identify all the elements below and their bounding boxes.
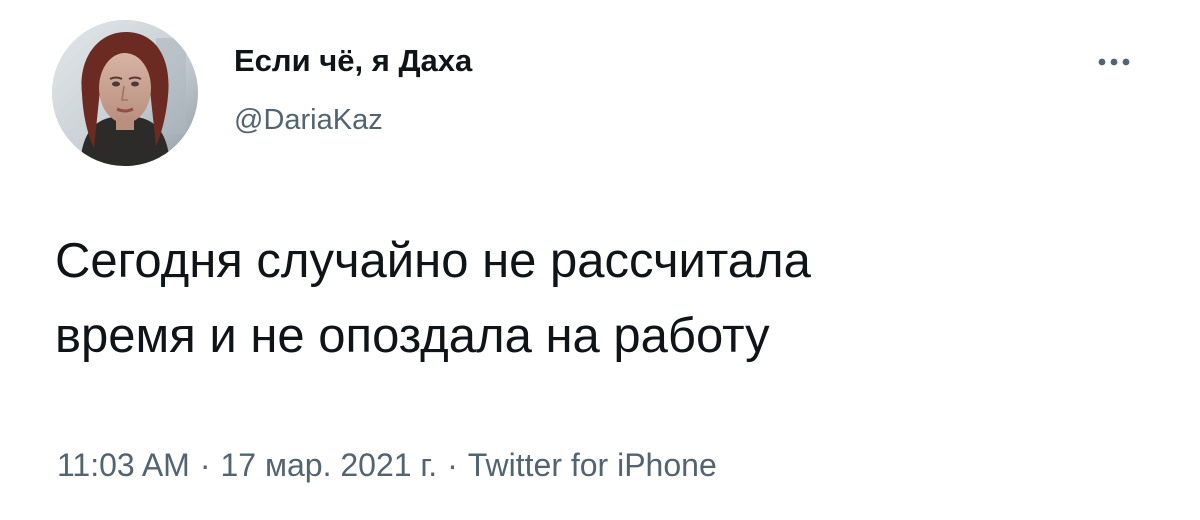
display-name[interactable]: Если чё, я Даха [234, 41, 472, 81]
separator: · [199, 447, 211, 483]
separator: · [447, 447, 458, 483]
user-handle[interactable]: @DariaKaz [234, 102, 383, 138]
tweet-source[interactable]: Twitter for iPhone [468, 445, 717, 485]
tweet-text: Сегодня случайно не рассчитала время и н… [55, 234, 811, 363]
more-button[interactable] [1086, 44, 1142, 80]
tweet-time[interactable]: 11:03 AM [57, 445, 190, 485]
more-icon [1098, 58, 1130, 66]
tweet-metadata: 11:03 AM · 17 мар. 2021 г. · Twitter for iPh… [57, 445, 717, 485]
tweet-date[interactable]: 17 мар. 2021 г. [220, 445, 437, 485]
avatar[interactable] [52, 20, 198, 166]
tweet-card: Если чё, я Даха @DariaKaz Сегодня случай… [0, 0, 1200, 520]
avatar-image [52, 20, 198, 166]
